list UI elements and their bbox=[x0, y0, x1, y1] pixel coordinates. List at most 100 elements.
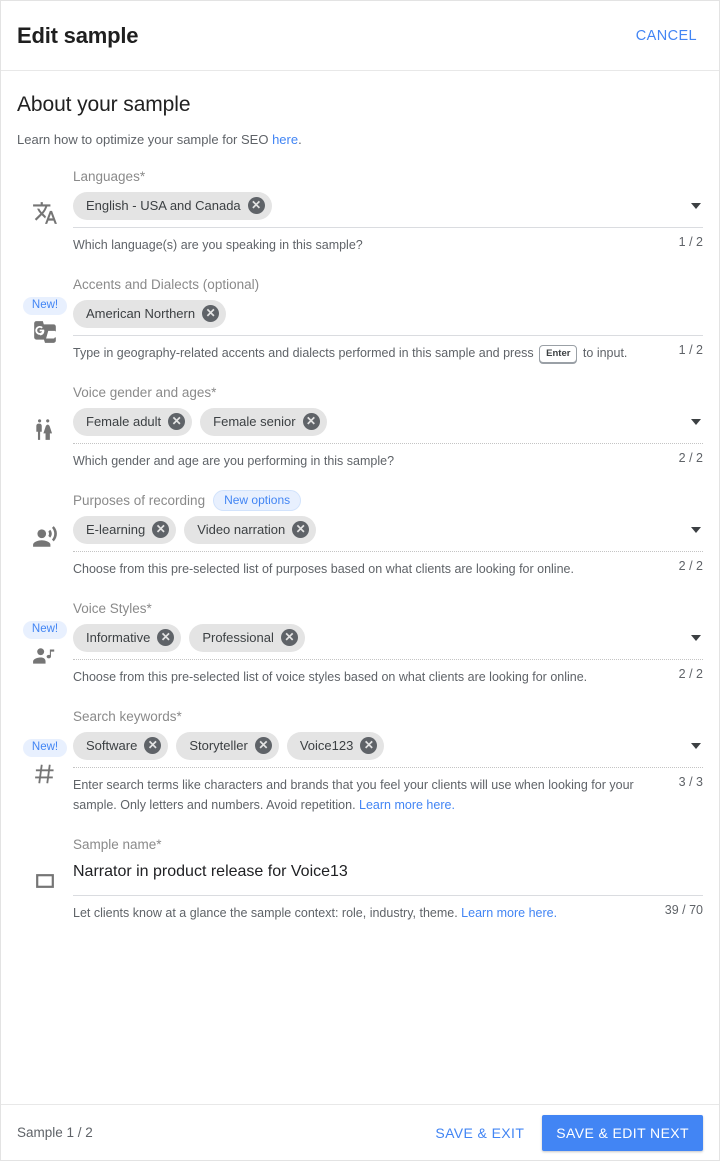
field-label: Purposes of recording New options bbox=[73, 489, 703, 511]
chevron-down-icon[interactable] bbox=[691, 743, 701, 749]
chip-remove-icon[interactable]: ✕ bbox=[280, 629, 298, 646]
crop-square-icon bbox=[33, 869, 57, 893]
chip[interactable]: Professional ✕ bbox=[189, 623, 305, 652]
chip-remove-icon[interactable]: ✕ bbox=[302, 413, 320, 430]
chip-label: English - USA and Canada bbox=[86, 198, 241, 213]
field-body: Languages* English - USA and Canada ✕ Whi… bbox=[73, 167, 703, 255]
chip-list: English - USA and Canada ✕ bbox=[73, 186, 272, 227]
chip-label: Voice123 bbox=[299, 738, 354, 753]
chip-label: Software bbox=[86, 738, 138, 753]
save-and-exit-button[interactable]: SAVE & EXIT bbox=[425, 1117, 534, 1149]
chip-list: Software ✕ Storyteller ✕ Voice123 ✕ bbox=[73, 726, 385, 767]
chip-list: E-learning ✕ Video narration ✕ bbox=[73, 510, 317, 551]
field-label: Voice gender and ages* bbox=[73, 384, 217, 400]
translate-icon bbox=[32, 200, 58, 226]
new-options-badge: New options bbox=[213, 489, 302, 511]
section-heading: About your sample bbox=[17, 93, 191, 116]
field-helper: Type in geography-related accents and di… bbox=[73, 343, 703, 363]
new-badge: New! bbox=[22, 739, 68, 757]
field-label-text: Purposes of recording bbox=[73, 492, 206, 508]
chip-list: American Northern ✕ bbox=[73, 294, 227, 335]
helper-text: Let clients know at a glance the sample … bbox=[73, 903, 655, 923]
field-gutter: New! bbox=[17, 707, 73, 815]
chevron-down-icon[interactable] bbox=[691, 419, 701, 425]
person-music-icon bbox=[32, 643, 58, 669]
field-label: Voice Styles* bbox=[73, 600, 152, 616]
chip-remove-icon[interactable]: ✕ bbox=[152, 521, 170, 538]
enter-key-badge: Enter bbox=[539, 345, 578, 363]
seo-hint-period: . bbox=[298, 132, 302, 147]
languages-select[interactable]: English - USA and Canada ✕ bbox=[73, 185, 703, 228]
chip-list: Informative ✕ Professional ✕ bbox=[73, 618, 305, 659]
chip-remove-icon[interactable]: ✕ bbox=[144, 737, 162, 754]
voice-gender-ages-select[interactable]: Female adult ✕ Female senior ✕ bbox=[73, 401, 703, 444]
field-helper: Choose from this pre-selected list of vo… bbox=[73, 667, 703, 687]
search-keywords-input[interactable]: Software ✕ Storyteller ✕ Voice123 ✕ bbox=[73, 725, 703, 768]
seo-hint: Learn how to optimize your sample for SE… bbox=[17, 132, 703, 147]
new-badge: New! bbox=[22, 297, 68, 315]
cancel-button[interactable]: CANCEL bbox=[630, 24, 703, 48]
field-counter: 2 / 2 bbox=[678, 559, 703, 573]
field-sample-name: Sample name* Let clients know at a glanc… bbox=[17, 835, 703, 923]
chip-remove-icon[interactable]: ✕ bbox=[202, 305, 220, 322]
learn-more-link[interactable]: Learn more here. bbox=[359, 798, 455, 812]
accents-input[interactable]: American Northern ✕ bbox=[73, 293, 703, 336]
chevron-down-icon[interactable] bbox=[691, 203, 701, 209]
chip-remove-icon[interactable]: ✕ bbox=[292, 521, 310, 538]
field-body: Sample name* Let clients know at a glanc… bbox=[73, 835, 703, 923]
chip-remove-icon[interactable]: ✕ bbox=[360, 737, 378, 754]
field-gutter bbox=[17, 835, 73, 923]
field-helper: Which gender and age are you performing … bbox=[73, 451, 703, 471]
seo-here-link[interactable]: here bbox=[272, 132, 298, 147]
edit-sample-dialog: Edit sample CANCEL About your sample Lea… bbox=[0, 0, 720, 1161]
chip[interactable]: Informative ✕ bbox=[73, 623, 182, 652]
chip-label: American Northern bbox=[86, 306, 196, 321]
chip-remove-icon[interactable]: ✕ bbox=[254, 737, 272, 754]
chip[interactable]: Female adult ✕ bbox=[73, 407, 193, 436]
helper-text: Which gender and age are you performing … bbox=[73, 454, 395, 468]
chip-label: Video narration bbox=[197, 522, 286, 537]
helper-text: Choose from this pre-selected list of vo… bbox=[73, 670, 588, 684]
purposes-select[interactable]: E-learning ✕ Video narration ✕ bbox=[73, 509, 703, 552]
learn-more-link[interactable]: Learn more here. bbox=[461, 906, 557, 920]
chip[interactable]: American Northern ✕ bbox=[73, 299, 227, 328]
field-counter: 1 / 2 bbox=[678, 235, 703, 249]
page-title: Edit sample bbox=[17, 22, 139, 48]
field-gutter: New! bbox=[17, 599, 73, 687]
field-label: Languages* bbox=[73, 168, 146, 184]
field-helper: Choose from this pre-selected list of pu… bbox=[73, 559, 703, 579]
sample-name-input[interactable] bbox=[73, 858, 675, 890]
g-translate-icon bbox=[32, 319, 58, 345]
chip-remove-icon[interactable]: ✕ bbox=[247, 197, 265, 214]
field-helper: Let clients know at a glance the sample … bbox=[73, 903, 703, 923]
chip[interactable]: Female senior ✕ bbox=[200, 407, 327, 436]
field-helper: Which language(s) are you speaking in th… bbox=[73, 235, 703, 255]
voice-styles-select[interactable]: Informative ✕ Professional ✕ bbox=[73, 617, 703, 660]
field-counter: 2 / 2 bbox=[678, 667, 703, 681]
chip[interactable]: English - USA and Canada ✕ bbox=[73, 191, 272, 220]
save-and-edit-next-button[interactable]: SAVE & EDIT NEXT bbox=[542, 1114, 703, 1151]
chip-remove-icon[interactable]: ✕ bbox=[157, 629, 175, 646]
field-label: Sample name* bbox=[73, 836, 162, 852]
helper-text-part1: Enter search terms like characters and b… bbox=[73, 778, 634, 812]
chip[interactable]: Software ✕ bbox=[73, 731, 169, 760]
chevron-down-icon[interactable] bbox=[691, 527, 701, 533]
chevron-down-icon[interactable] bbox=[691, 635, 701, 641]
dialog-footer: Sample 1 / 2 SAVE & EXIT SAVE & EDIT NEX… bbox=[1, 1104, 719, 1160]
sample-progress-status: Sample 1 / 2 bbox=[17, 1125, 93, 1140]
field-voice-styles: New! Voice Styles* Informative ✕ Professi… bbox=[17, 599, 703, 687]
chip[interactable]: E-learning ✕ bbox=[73, 515, 177, 544]
sample-name-control[interactable] bbox=[73, 853, 703, 896]
field-languages: Languages* English - USA and Canada ✕ Whi… bbox=[17, 167, 703, 255]
helper-text-part2: to input. bbox=[579, 346, 628, 360]
chip-label: Female senior bbox=[213, 414, 296, 429]
chip[interactable]: Voice123 ✕ bbox=[286, 731, 385, 760]
field-counter: 2 / 2 bbox=[678, 451, 703, 465]
chip-remove-icon[interactable]: ✕ bbox=[168, 413, 186, 430]
field-body: Accents and Dialects (optional) American… bbox=[73, 275, 703, 363]
record-voice-over-icon bbox=[32, 524, 58, 550]
field-body: Voice gender and ages* Female adult ✕ Fem… bbox=[73, 383, 703, 471]
chip[interactable]: Video narration ✕ bbox=[184, 515, 317, 544]
chip[interactable]: Storyteller ✕ bbox=[176, 731, 279, 760]
field-helper: Enter search terms like characters and b… bbox=[73, 775, 703, 815]
